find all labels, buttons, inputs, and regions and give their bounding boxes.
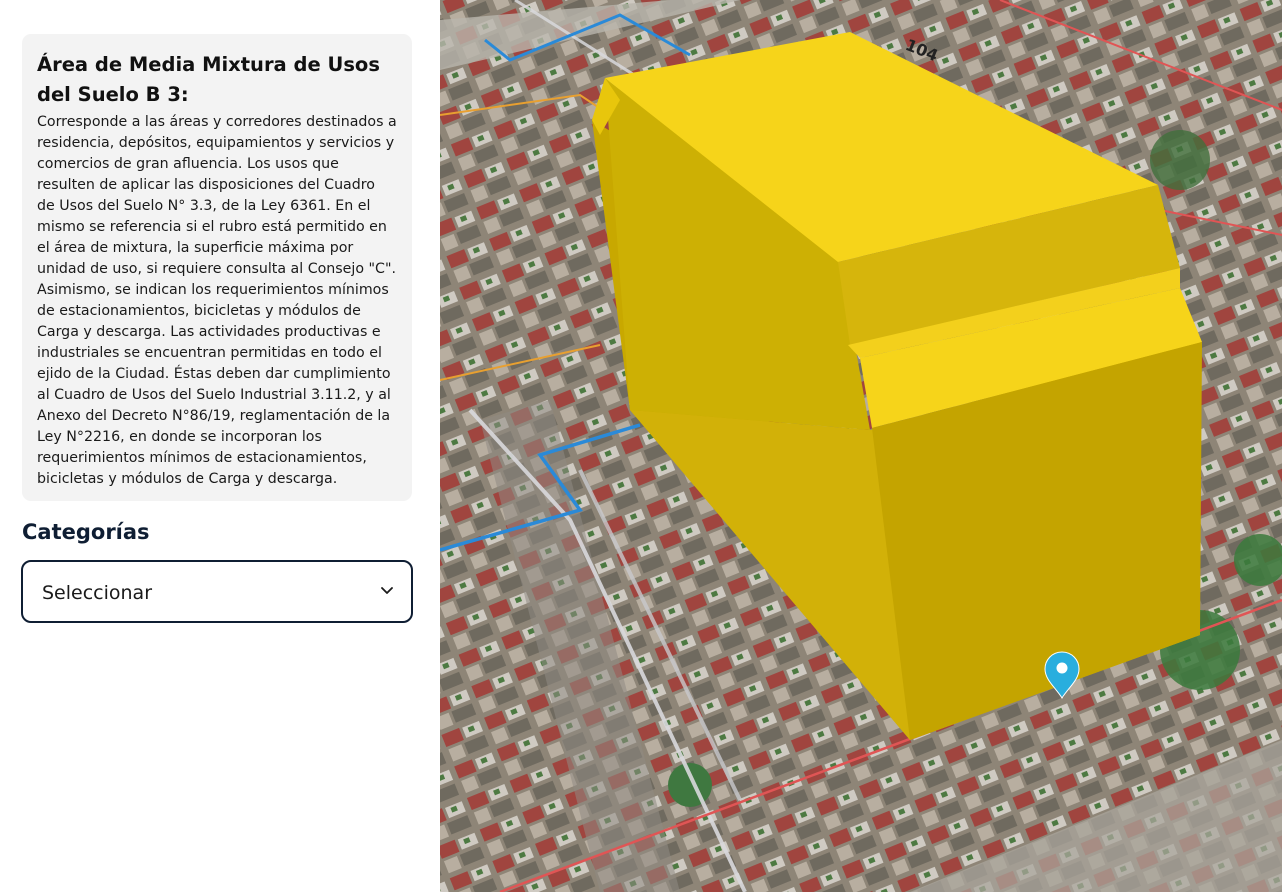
sidebar-panel: Área de Media Mixtura de Usos del Suelo …: [0, 0, 440, 892]
zone-title: Área de Media Mixtura de Usos del Suelo …: [37, 53, 380, 106]
categories-label: Categorías: [22, 520, 150, 544]
zone-description: Corresponde a las áreas y corredores des…: [37, 114, 397, 487]
zone-info-card: Área de Media Mixtura de Usos del Suelo …: [22, 34, 412, 501]
tree: [1150, 130, 1210, 190]
chevron-down-icon: [381, 587, 393, 594]
tree: [668, 763, 712, 807]
categories-selected-value: Seleccionar: [42, 582, 153, 604]
map-3d-view[interactable]: 104: [440, 0, 1282, 892]
categories-select[interactable]: Seleccionar: [21, 560, 413, 623]
